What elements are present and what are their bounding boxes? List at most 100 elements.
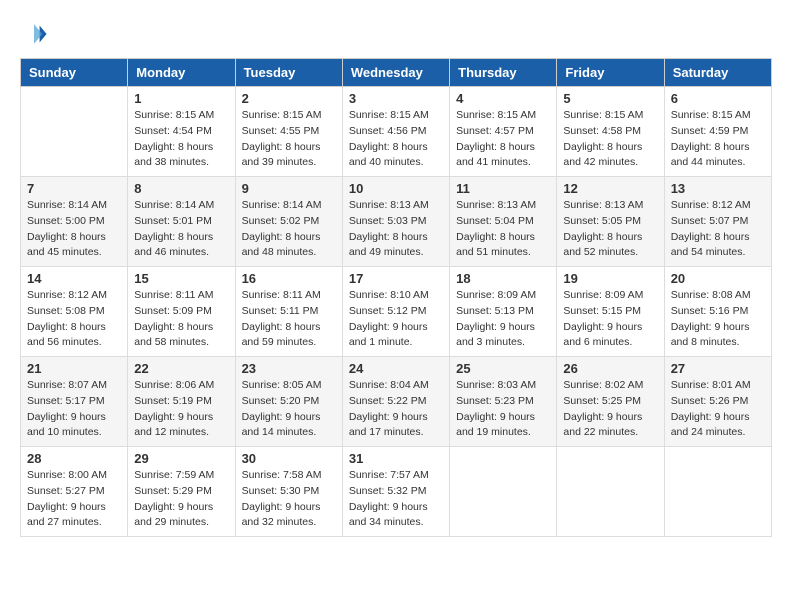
day-number: 29 [134, 451, 228, 466]
day-number: 13 [671, 181, 765, 196]
day-number: 11 [456, 181, 550, 196]
day-number: 15 [134, 271, 228, 286]
week-row-1: 7 Sunrise: 8:14 AM Sunset: 5:00 PM Daylig… [21, 177, 772, 267]
day-cell: 27 Sunrise: 8:01 AM Sunset: 5:26 PM Dayli… [664, 357, 771, 447]
day-number: 10 [349, 181, 443, 196]
day-info: Sunrise: 8:08 AM Sunset: 5:16 PM Dayligh… [671, 288, 765, 351]
day-cell: 3 Sunrise: 8:15 AM Sunset: 4:56 PM Daylig… [342, 87, 449, 177]
day-number: 6 [671, 91, 765, 106]
day-number: 2 [242, 91, 336, 106]
day-cell: 24 Sunrise: 8:04 AM Sunset: 5:22 PM Dayli… [342, 357, 449, 447]
day-cell: 2 Sunrise: 8:15 AM Sunset: 4:55 PM Daylig… [235, 87, 342, 177]
header-cell-sunday: Sunday [21, 59, 128, 87]
day-number: 8 [134, 181, 228, 196]
day-number: 7 [27, 181, 121, 196]
day-number: 4 [456, 91, 550, 106]
day-info: Sunrise: 7:59 AM Sunset: 5:29 PM Dayligh… [134, 468, 228, 531]
day-number: 3 [349, 91, 443, 106]
day-cell: 5Sunrise: 8:15 AM Sunset: 4:58 PM Daylig… [557, 87, 664, 177]
day-number: 23 [242, 361, 336, 376]
day-info: Sunrise: 8:09 AM Sunset: 5:13 PM Dayligh… [456, 288, 550, 351]
header-cell-wednesday: Wednesday [342, 59, 449, 87]
week-row-0: 1 Sunrise: 8:15 AM Sunset: 4:54 PM Daylig… [21, 87, 772, 177]
day-number: 22 [134, 361, 228, 376]
day-info: Sunrise: 8:15 AM Sunset: 4:59 PM Dayligh… [671, 108, 765, 171]
day-number: 21 [27, 361, 121, 376]
day-info: Sunrise: 8:00 AM Sunset: 5:27 PM Dayligh… [27, 468, 121, 531]
day-info: Sunrise: 8:04 AM Sunset: 5:22 PM Dayligh… [349, 378, 443, 441]
day-cell [21, 87, 128, 177]
day-info: Sunrise: 8:12 AM Sunset: 5:08 PM Dayligh… [27, 288, 121, 351]
header-cell-tuesday: Tuesday [235, 59, 342, 87]
day-cell [557, 447, 664, 537]
day-number: 14 [27, 271, 121, 286]
week-row-4: 28 Sunrise: 8:00 AM Sunset: 5:27 PM Dayli… [21, 447, 772, 537]
day-number: 9 [242, 181, 336, 196]
day-cell: 22 Sunrise: 8:06 AM Sunset: 5:19 PM Dayli… [128, 357, 235, 447]
day-number: 1 [134, 91, 228, 106]
day-info: Sunrise: 8:15 AM Sunset: 4:56 PM Dayligh… [349, 108, 443, 171]
day-number: 19 [563, 271, 657, 286]
day-cell: 30 Sunrise: 7:58 AM Sunset: 5:30 PM Dayli… [235, 447, 342, 537]
day-info: Sunrise: 8:14 AM Sunset: 5:00 PM Dayligh… [27, 198, 121, 261]
day-number: 27 [671, 361, 765, 376]
day-cell: 25 Sunrise: 8:03 AM Sunset: 5:23 PM Dayli… [450, 357, 557, 447]
day-cell: 12Sunrise: 8:13 AM Sunset: 5:05 PM Dayli… [557, 177, 664, 267]
day-number: 20 [671, 271, 765, 286]
day-cell: 14 Sunrise: 8:12 AM Sunset: 5:08 PM Dayli… [21, 267, 128, 357]
day-number: 18 [456, 271, 550, 286]
day-cell [664, 447, 771, 537]
day-number: 16 [242, 271, 336, 286]
week-row-3: 21Sunrise: 8:07 AM Sunset: 5:17 PM Dayli… [21, 357, 772, 447]
day-cell: 26 Sunrise: 8:02 AM Sunset: 5:25 PM Dayli… [557, 357, 664, 447]
day-info: Sunrise: 8:05 AM Sunset: 5:20 PM Dayligh… [242, 378, 336, 441]
day-info: Sunrise: 8:11 AM Sunset: 5:09 PM Dayligh… [134, 288, 228, 351]
day-cell: 20 Sunrise: 8:08 AM Sunset: 5:16 PM Dayli… [664, 267, 771, 357]
day-info: Sunrise: 8:13 AM Sunset: 5:03 PM Dayligh… [349, 198, 443, 261]
day-cell: 16 Sunrise: 8:11 AM Sunset: 5:11 PM Dayli… [235, 267, 342, 357]
header-cell-monday: Monday [128, 59, 235, 87]
day-cell: 7 Sunrise: 8:14 AM Sunset: 5:00 PM Daylig… [21, 177, 128, 267]
day-info: Sunrise: 8:09 AM Sunset: 5:15 PM Dayligh… [563, 288, 657, 351]
day-cell: 4 Sunrise: 8:15 AM Sunset: 4:57 PM Daylig… [450, 87, 557, 177]
day-info: Sunrise: 8:10 AM Sunset: 5:12 PM Dayligh… [349, 288, 443, 351]
day-info: Sunrise: 8:13 AM Sunset: 5:04 PM Dayligh… [456, 198, 550, 261]
header [20, 20, 772, 48]
day-cell: 15 Sunrise: 8:11 AM Sunset: 5:09 PM Dayli… [128, 267, 235, 357]
day-number: 5 [563, 91, 657, 106]
logo [20, 20, 52, 48]
day-number: 25 [456, 361, 550, 376]
day-cell: 23 Sunrise: 8:05 AM Sunset: 5:20 PM Dayli… [235, 357, 342, 447]
day-info: Sunrise: 8:01 AM Sunset: 5:26 PM Dayligh… [671, 378, 765, 441]
day-info: Sunrise: 8:06 AM Sunset: 5:19 PM Dayligh… [134, 378, 228, 441]
day-info: Sunrise: 8:03 AM Sunset: 5:23 PM Dayligh… [456, 378, 550, 441]
day-cell: 21Sunrise: 8:07 AM Sunset: 5:17 PM Dayli… [21, 357, 128, 447]
day-info: Sunrise: 8:14 AM Sunset: 5:02 PM Dayligh… [242, 198, 336, 261]
day-info: Sunrise: 7:58 AM Sunset: 5:30 PM Dayligh… [242, 468, 336, 531]
day-number: 26 [563, 361, 657, 376]
day-cell: 6 Sunrise: 8:15 AM Sunset: 4:59 PM Daylig… [664, 87, 771, 177]
week-row-2: 14 Sunrise: 8:12 AM Sunset: 5:08 PM Dayli… [21, 267, 772, 357]
day-cell [450, 447, 557, 537]
day-info: Sunrise: 8:13 AM Sunset: 5:05 PM Dayligh… [563, 198, 657, 261]
day-info: Sunrise: 8:15 AM Sunset: 4:55 PM Dayligh… [242, 108, 336, 171]
day-number: 30 [242, 451, 336, 466]
day-info: Sunrise: 8:12 AM Sunset: 5:07 PM Dayligh… [671, 198, 765, 261]
day-info: Sunrise: 8:15 AM Sunset: 4:57 PM Dayligh… [456, 108, 550, 171]
day-number: 31 [349, 451, 443, 466]
day-cell: 28 Sunrise: 8:00 AM Sunset: 5:27 PM Dayli… [21, 447, 128, 537]
day-info: Sunrise: 8:11 AM Sunset: 5:11 PM Dayligh… [242, 288, 336, 351]
calendar-table: SundayMondayTuesdayWednesdayThursdayFrid… [20, 58, 772, 537]
day-info: Sunrise: 8:15 AM Sunset: 4:54 PM Dayligh… [134, 108, 228, 171]
day-info: Sunrise: 8:14 AM Sunset: 5:01 PM Dayligh… [134, 198, 228, 261]
day-number: 24 [349, 361, 443, 376]
day-cell: 10 Sunrise: 8:13 AM Sunset: 5:03 PM Dayli… [342, 177, 449, 267]
header-row: SundayMondayTuesdayWednesdayThursdayFrid… [21, 59, 772, 87]
day-number: 28 [27, 451, 121, 466]
day-number: 17 [349, 271, 443, 286]
day-info: Sunrise: 8:02 AM Sunset: 5:25 PM Dayligh… [563, 378, 657, 441]
header-cell-saturday: Saturday [664, 59, 771, 87]
day-cell: 29 Sunrise: 7:59 AM Sunset: 5:29 PM Dayli… [128, 447, 235, 537]
day-cell: 18 Sunrise: 8:09 AM Sunset: 5:13 PM Dayli… [450, 267, 557, 357]
day-cell: 31Sunrise: 7:57 AM Sunset: 5:32 PM Dayli… [342, 447, 449, 537]
